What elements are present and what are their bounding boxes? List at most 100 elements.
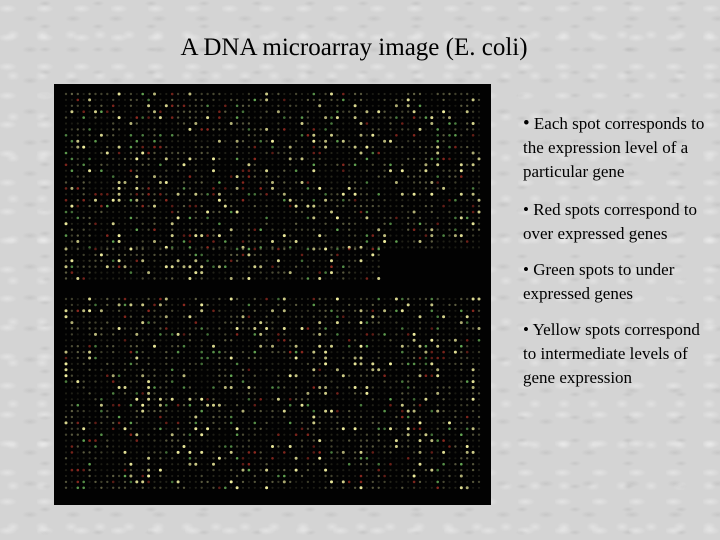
array-spot — [282, 309, 286, 313]
array-spot — [472, 175, 475, 178]
array-spot — [265, 187, 268, 190]
array-spot — [347, 462, 351, 466]
slide-title-text: A DNA microarray image (E. coli) — [180, 34, 528, 61]
array-spot — [188, 216, 192, 220]
array-spot — [265, 380, 268, 383]
array-spot — [206, 474, 209, 478]
array-spot — [318, 480, 321, 483]
array-spot — [347, 186, 351, 190]
array-spot — [259, 157, 262, 160]
array-spot — [407, 486, 410, 489]
array-spot — [88, 415, 91, 419]
array-spot — [330, 169, 333, 172]
array-spot — [265, 404, 268, 407]
array-spot — [64, 193, 68, 196]
array-spot — [259, 427, 262, 430]
array-spot — [413, 415, 416, 419]
array-spot — [289, 486, 292, 489]
array-spot — [218, 474, 221, 478]
array-spot — [94, 169, 97, 172]
array-spot — [424, 457, 427, 460]
array-spot — [129, 98, 133, 102]
array-spot — [224, 134, 227, 137]
array-spot — [129, 92, 133, 96]
array-spot — [383, 469, 386, 472]
array-spot — [342, 297, 345, 301]
array-spot — [217, 456, 221, 460]
array-spot — [212, 421, 215, 425]
array-spot — [289, 303, 292, 306]
array-spot — [442, 193, 445, 196]
array-spot — [182, 175, 186, 178]
array-spot — [135, 392, 139, 395]
array-spot — [359, 421, 363, 424]
array-spot — [312, 128, 316, 131]
array-spot — [306, 92, 309, 96]
array-spot — [472, 421, 475, 424]
array-spot — [371, 351, 374, 354]
array-spot — [283, 374, 286, 377]
array-spot — [82, 140, 85, 143]
array-spot — [442, 333, 445, 336]
array-spot — [265, 315, 268, 318]
array-spot — [177, 146, 180, 149]
array-spot — [70, 297, 74, 301]
array-spot — [147, 327, 150, 330]
array-spot — [188, 445, 191, 448]
array-spot — [171, 277, 174, 280]
array-spot — [365, 98, 368, 101]
array-spot — [336, 351, 339, 354]
array-spot — [88, 374, 91, 377]
array-spot — [253, 204, 256, 208]
array-spot — [359, 398, 363, 401]
array-spot — [94, 445, 97, 448]
array-spot — [342, 187, 345, 190]
array-spot — [318, 374, 321, 377]
array-spot — [295, 327, 298, 330]
array-spot — [371, 133, 375, 137]
array-spot — [448, 210, 451, 214]
array-spot — [88, 457, 91, 460]
array-spot — [165, 415, 168, 419]
array-spot — [324, 198, 328, 202]
array-spot — [371, 104, 374, 107]
array-spot — [88, 222, 91, 225]
array-spot — [365, 247, 368, 251]
array-spot — [64, 392, 68, 395]
array-spot — [442, 309, 445, 312]
array-spot — [418, 175, 422, 178]
array-spot — [342, 380, 345, 383]
array-spot — [436, 445, 439, 448]
array-spot — [212, 398, 215, 401]
array-spot — [401, 199, 404, 202]
array-spot — [418, 321, 422, 324]
array-spot — [100, 439, 103, 442]
array-spot — [448, 234, 451, 237]
array-spot — [129, 468, 133, 472]
array-spot — [165, 398, 168, 401]
array-spot — [466, 122, 469, 125]
array-spot — [200, 116, 203, 119]
array-spot — [383, 134, 386, 137]
array-spot — [235, 186, 239, 190]
array-spot — [247, 187, 250, 190]
array-spot — [353, 386, 357, 389]
array-spot — [247, 122, 251, 125]
array-spot — [288, 157, 292, 161]
array-spot — [289, 277, 292, 280]
array-spot — [212, 199, 215, 202]
array-spot — [129, 350, 133, 354]
array-spot — [253, 193, 257, 196]
array-spot — [153, 253, 156, 257]
array-spot — [159, 345, 162, 348]
array-spot — [159, 240, 162, 243]
array-spot — [76, 271, 79, 274]
array-spot — [100, 409, 103, 413]
array-spot — [82, 404, 85, 407]
array-spot — [277, 240, 280, 243]
array-spot — [430, 421, 433, 424]
array-spot — [194, 351, 197, 354]
array-spot — [117, 386, 121, 389]
array-spot — [295, 128, 298, 131]
array-spot — [283, 205, 286, 208]
